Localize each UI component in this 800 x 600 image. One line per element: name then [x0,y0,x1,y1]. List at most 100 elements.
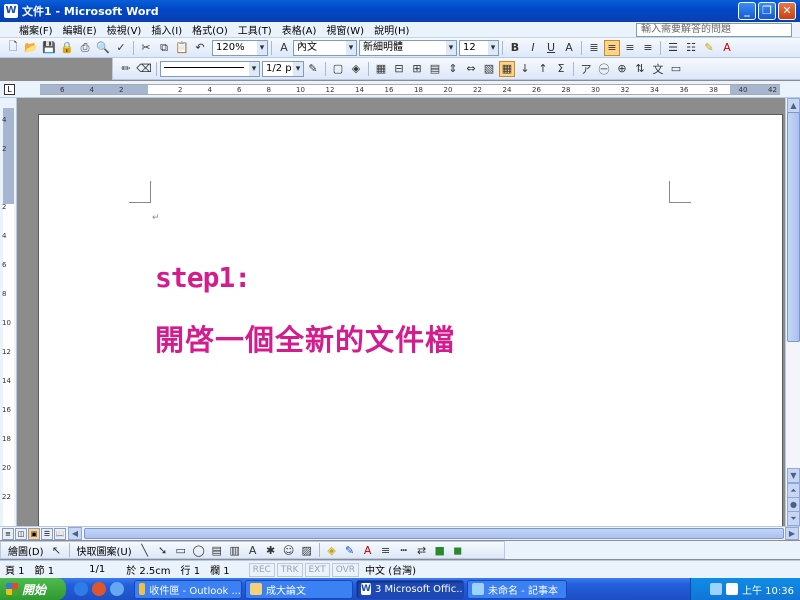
rectangle-icon[interactable]: ▭ [173,542,189,558]
new-document-icon[interactable]: 🗋 [5,40,21,56]
help-question-box[interactable]: 輸入需要解答的問題 [636,23,792,37]
paste-icon[interactable]: 📋 [174,40,190,56]
menu-window[interactable]: 視窗(W) [321,22,369,37]
vertical-scroll-thumb[interactable] [787,112,800,342]
italic-icon[interactable]: I [525,40,541,56]
3d-style-icon[interactable]: ◼ [450,542,466,558]
arrow-style-icon[interactable]: ⇄ [414,542,430,558]
split-cells-icon[interactable]: ⊞ [409,61,425,77]
vertical-textbox-icon[interactable]: ▥ [227,542,243,558]
task-folder[interactable]: 成大論文 [245,579,353,599]
help-icon[interactable] [726,583,738,595]
draw-menu[interactable]: 繪圖(D) [4,543,48,558]
character-border-icon[interactable]: A [561,40,577,56]
maximize-button[interactable]: ❐ [758,2,776,20]
clip-art-icon[interactable]: ☺ [281,542,297,558]
media-icon[interactable] [74,582,88,596]
align-left-icon[interactable]: ≡ [604,39,620,56]
status-rec[interactable]: REC [248,562,275,577]
scroll-right-arrow[interactable]: ▶ [785,527,799,540]
menu-table[interactable]: 表格(A) [277,22,322,37]
text-box-icon[interactable]: ▭ [668,61,684,77]
step-heading[interactable]: step1: [155,261,251,294]
asian-layout-icon[interactable]: 文 [650,61,666,77]
undo-icon[interactable]: ↶ [192,40,208,56]
dash-style-icon[interactable]: ┅ [396,542,412,558]
vertical-ruler[interactable]: 4 2 2 4 6 8 10 12 14 16 18 20 22 [0,98,17,526]
outside-border-icon[interactable]: ▢ [330,61,346,77]
line-style-icon[interactable]: ≡ [378,542,394,558]
menu-format[interactable]: 格式(O) [187,22,233,37]
reading-layout-icon[interactable]: 📖 [54,528,66,540]
minimize-button[interactable]: _ [738,2,756,20]
status-ext[interactable]: EXT [304,562,330,577]
vertical-scrollbar[interactable]: ▲ ▼ ⏶ ● ⏷ [785,98,800,526]
draw-table-icon[interactable]: ✏ [118,61,134,77]
show-gridlines-icon[interactable]: ▦ [499,60,515,77]
align-center-icon[interactable]: ≡ [622,40,638,56]
draw-font-color-icon[interactable]: A [360,542,376,558]
document-area[interactable]: ↵ step1: 開啓一個全新的文件檔 [17,98,785,526]
step-description[interactable]: 開啓一個全新的文件檔 [155,317,455,359]
enclose-characters-icon[interactable]: ㊀ [596,61,612,77]
task-notepad[interactable]: 未命名 - 記事本 [467,579,567,599]
print-layout-icon[interactable]: ▣ [28,528,40,540]
style-combo[interactable]: 內文 [293,39,357,56]
network-icon[interactable] [710,583,722,595]
numbering-icon[interactable]: ☰ [665,40,681,56]
shading-color-icon[interactable]: ◈ [348,61,364,77]
task-word[interactable]: W 3 Microsoft Offic... [356,579,464,599]
eraser-icon[interactable]: ⌫ [136,61,152,77]
table-autoformat-icon[interactable]: ▧ [481,61,497,77]
autosum-icon[interactable]: Σ [553,61,569,77]
outline-view-icon[interactable]: ☰ [41,528,53,540]
insert-table-icon[interactable]: ▦ [373,61,389,77]
tab-selector-icon[interactable]: L [4,84,15,95]
font-combo[interactable]: 新細明體 [359,39,457,56]
distributed-align-icon[interactable]: ≣ [586,40,602,56]
zoom-combo[interactable]: 120% [212,39,268,56]
word-app-icon[interactable]: W [4,4,18,18]
cut-icon[interactable]: ✂ [138,40,154,56]
diagram-icon[interactable]: ✱ [263,542,279,558]
font-color-icon[interactable]: A [719,40,735,56]
permission-icon[interactable]: 🔒 [59,40,75,56]
underline-icon[interactable]: U [543,40,559,56]
menu-help[interactable]: 說明(H) [369,22,414,37]
line-icon[interactable]: ╲ [137,542,153,558]
line-style-combo[interactable] [160,60,260,77]
menu-tools[interactable]: 工具(T) [233,22,277,37]
border-color-icon[interactable]: ✎ [305,61,321,77]
document-page[interactable]: ↵ step1: 開啓一個全新的文件檔 [38,114,783,526]
print-icon[interactable]: ⎙ [77,40,93,56]
horizontal-scroll-thumb[interactable] [84,528,784,539]
styles-pane-icon[interactable]: A [276,40,292,56]
browser-icon[interactable] [92,582,106,596]
select-objects-icon[interactable]: ↖ [49,542,65,558]
status-ovr[interactable]: OVR [331,562,360,577]
textbox-icon[interactable]: ▤ [209,542,225,558]
arrow-icon[interactable]: ➘ [155,542,171,558]
next-page-icon[interactable]: ⏷ [787,511,800,526]
merge-cells-icon[interactable]: ⊟ [391,61,407,77]
bold-icon[interactable]: B [507,40,523,56]
sort-ascending-icon[interactable]: ↓ [517,61,533,77]
ruler-scale[interactable] [40,84,780,95]
menu-edit[interactable]: 編輯(E) [58,22,102,37]
scroll-up-arrow[interactable]: ▲ [787,98,800,113]
bullets-icon[interactable]: ☷ [683,40,699,56]
distribute-rows-icon[interactable]: ⇕ [445,61,461,77]
web-layout-icon[interactable]: ◫ [15,528,27,540]
close-button[interactable]: ✕ [778,2,796,20]
normal-view-icon[interactable]: ≡ [2,528,14,540]
combine-characters-icon[interactable]: ⊕ [614,61,630,77]
save-icon[interactable]: 💾 [41,40,57,56]
ie-icon[interactable] [110,582,124,596]
menu-file[interactable]: 檔案(F) [14,22,58,37]
wordart-icon[interactable]: A [245,542,261,558]
spelling-icon[interactable]: ✓ [113,40,129,56]
task-outlook[interactable]: 收件匣 - Outlook ... [134,579,242,599]
scroll-left-arrow[interactable]: ◀ [68,527,82,540]
cell-align-icon[interactable]: ▤ [427,61,443,77]
copy-icon[interactable]: ⧉ [156,40,172,56]
